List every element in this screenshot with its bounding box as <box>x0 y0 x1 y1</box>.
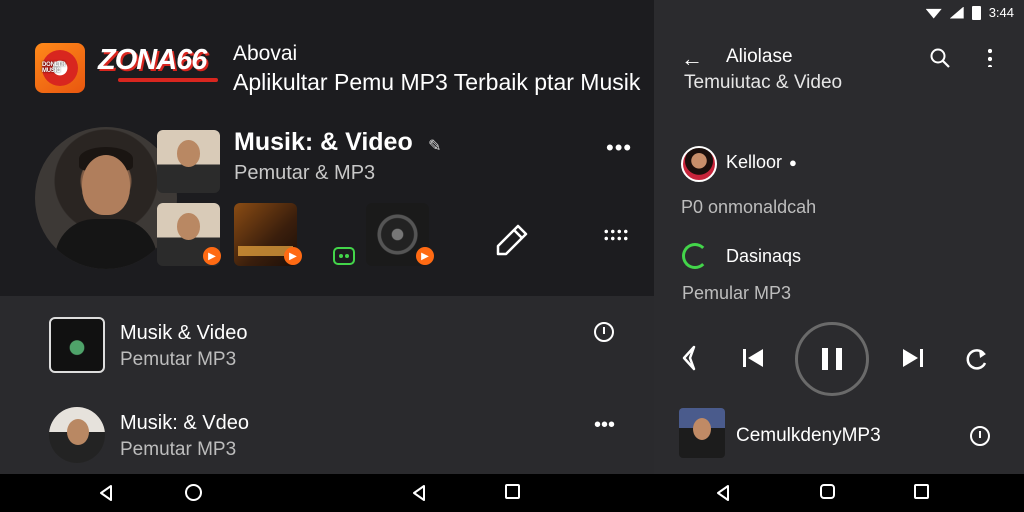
list-item[interactable]: Musik: & Vdeo Pemutar MP3 ••• <box>0 386 654 466</box>
more-options-icon[interactable]: ••• <box>594 414 615 437</box>
kebab-menu-icon[interactable] <box>988 47 992 67</box>
app-logo[interactable]: DONLTR MUSIC <box>35 43 85 93</box>
avatar-shirt <box>55 219 157 269</box>
back-arrow-icon[interactable]: ← <box>681 46 703 72</box>
next-icon[interactable] <box>902 348 924 368</box>
header-subtitle: Temuiutac & Video <box>684 72 843 93</box>
track-artwork <box>49 407 105 463</box>
search-icon[interactable] <box>930 48 950 68</box>
nav-home-icon[interactable] <box>820 484 835 499</box>
track-title: Musik: & Vdeo <box>120 412 249 434</box>
system-navigation-bar <box>0 474 1024 512</box>
nav-home-icon[interactable] <box>185 484 202 501</box>
thumbnail-artist-1[interactable] <box>157 130 220 193</box>
nav-back-icon[interactable] <box>410 484 428 502</box>
section-title: Dasinaqs <box>726 246 802 266</box>
artist-stats: P0 onmonaldcah <box>681 197 817 217</box>
refresh-icon[interactable] <box>682 243 708 269</box>
library-panel: DONLTR MUSIC ZONA66 Abovai Aplikultar Pe… <box>0 0 654 474</box>
pause-button[interactable] <box>795 322 869 396</box>
track-subtitle: Pemutar MP3 <box>120 439 237 460</box>
play-badge-icon: ▶ <box>416 247 434 265</box>
header-title: Aliolase <box>726 46 793 67</box>
track-artwork <box>49 317 105 373</box>
app-title-small: Abovai <box>233 42 298 65</box>
previous-icon[interactable] <box>742 348 764 368</box>
battery-icon <box>971 5 981 20</box>
track-title: Musik & Video <box>120 322 248 344</box>
logo-text: DONLTR MUSIC <box>42 62 66 74</box>
brand-name: ZONA66 <box>98 44 207 76</box>
app-title: Aplikultar Pemu MP3 Terbaik ptar Musik <box>233 69 641 95</box>
player-panel: 3:44 ← Aliolase Temuiutac & Video Kelloo… <box>654 0 1024 474</box>
nav-back-icon[interactable] <box>714 484 732 502</box>
pause-icon <box>822 348 842 370</box>
shuffle-icon[interactable] <box>680 345 704 371</box>
status-bar: 3:44 <box>925 5 1014 20</box>
signal-icon <box>949 6 964 19</box>
info-icon[interactable] <box>594 322 614 342</box>
info-icon[interactable] <box>970 426 990 446</box>
logo-disc-icon: DONLTR MUSIC <box>42 50 78 86</box>
featured-subtitle: Pemutar & MP3 <box>234 162 376 184</box>
edit-icon[interactable] <box>494 222 530 258</box>
artist-name[interactable]: Kelloor <box>726 152 782 173</box>
artist-avatar[interactable] <box>681 146 717 182</box>
artist-avatar[interactable] <box>35 127 177 269</box>
play-badge-icon: ▶ <box>284 247 302 265</box>
radio-icon[interactable] <box>333 247 355 265</box>
track-list: Musik & Video Pemutar MP3 Musik: & Vdeo … <box>0 296 654 474</box>
play-badge-icon: ▶ <box>203 247 221 265</box>
nav-recents-icon[interactable] <box>914 484 929 499</box>
track-subtitle: Pemutar MP3 <box>120 349 237 370</box>
now-playing-artwork[interactable] <box>679 408 725 458</box>
section-subtitle: Pemular MP3 <box>682 283 792 303</box>
verified-icon: ✎ <box>428 138 442 155</box>
list-item[interactable]: Musik & Video Pemutar MP3 <box>0 296 654 376</box>
grid-menu-icon[interactable] <box>603 228 629 242</box>
status-time: 3:44 <box>988 5 1014 20</box>
header-area: DONLTR MUSIC ZONA66 Abovai Aplikultar Pe… <box>0 0 654 296</box>
nav-back-icon[interactable] <box>97 484 115 502</box>
featured-title: Musik: & Video <box>234 128 413 156</box>
nav-recents-icon[interactable] <box>505 484 520 499</box>
repeat-icon[interactable] <box>964 346 990 372</box>
avatar-face <box>82 155 130 215</box>
brand-underline <box>118 78 218 82</box>
more-options-icon[interactable]: ••• <box>606 135 632 161</box>
verified-icon: ● <box>789 155 797 170</box>
wifi-icon <box>925 8 942 19</box>
now-playing-title[interactable]: CemulkdenyMP3 <box>736 425 881 447</box>
